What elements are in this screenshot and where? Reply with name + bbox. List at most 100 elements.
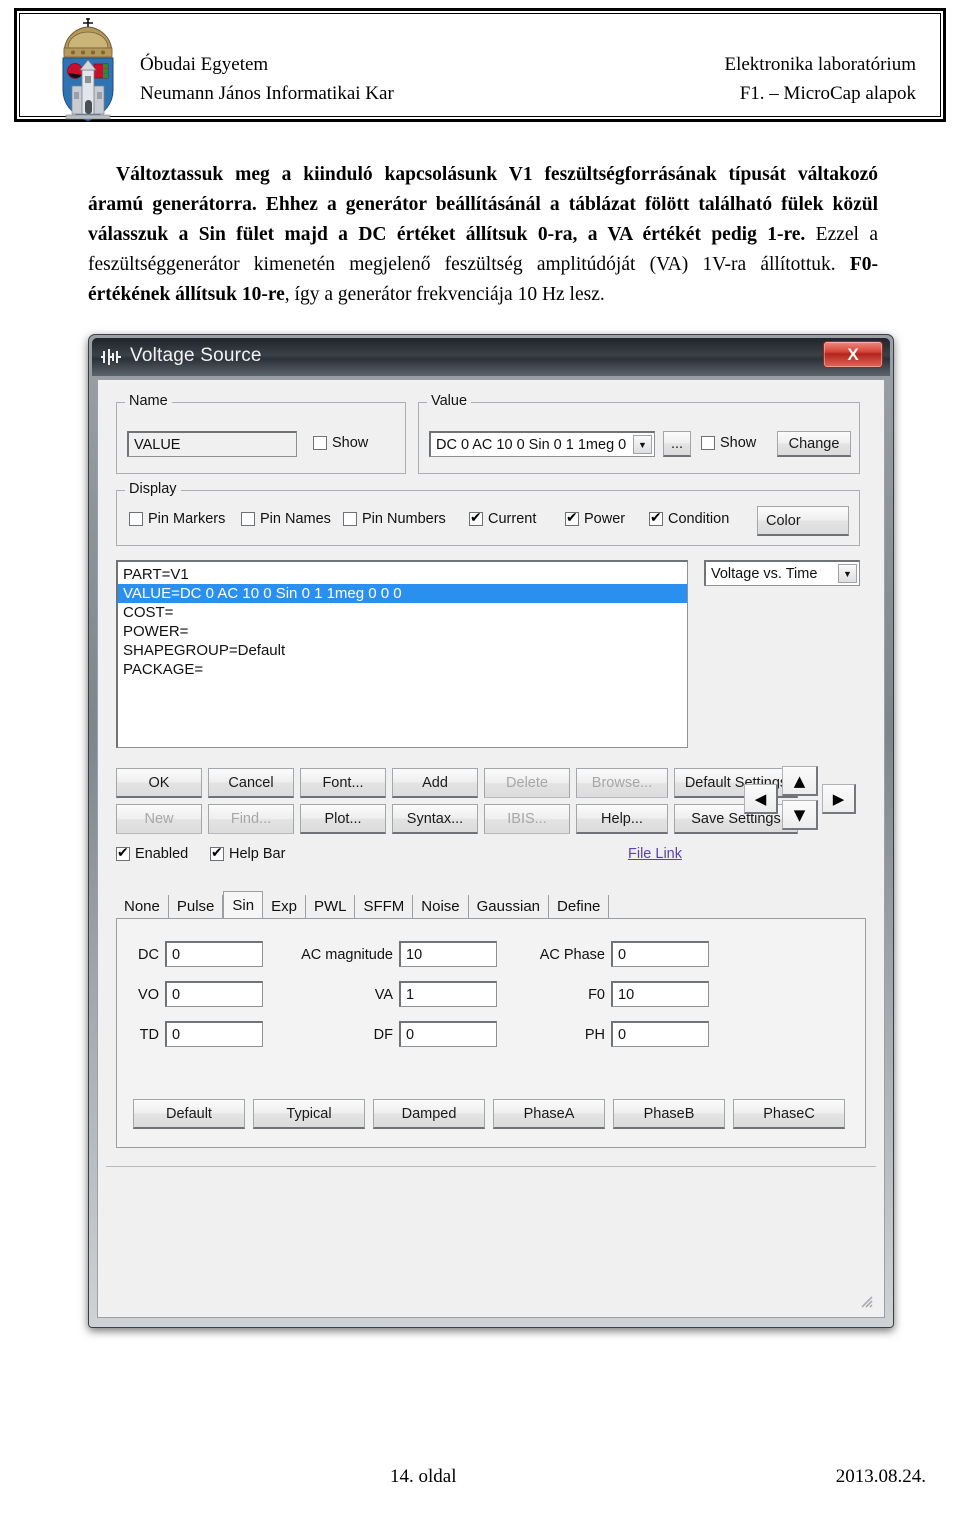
list-item[interactable]: COST= [118, 603, 687, 622]
current-checkbox-box[interactable] [469, 509, 483, 527]
name-show-checkbox[interactable]: Show [313, 435, 368, 451]
pin-numbers-label: Pin Numbers [362, 511, 446, 527]
list-item[interactable]: PACKAGE= [118, 660, 687, 679]
name-field[interactable]: VALUE [127, 431, 297, 457]
add-button[interactable]: Add [392, 768, 478, 798]
enabled-checkbox-box[interactable] [116, 844, 130, 862]
vo-field[interactable]: 0 [165, 981, 263, 1007]
default-preset-button[interactable]: Default [133, 1099, 245, 1129]
phaseb-preset-button[interactable]: PhaseB [613, 1099, 725, 1129]
tab-pulse[interactable]: Pulse [169, 895, 224, 919]
chevron-down-icon[interactable]: ▼ [838, 564, 857, 583]
va-label: VA [374, 987, 393, 1003]
typical-preset-button[interactable]: Typical [253, 1099, 365, 1129]
condition-checkbox-box[interactable] [649, 509, 663, 527]
help-bar-label: Help Bar [229, 846, 286, 862]
add-button-label: Add [422, 774, 448, 791]
va-field[interactable]: 1 [399, 981, 497, 1007]
display-check-pin-names[interactable]: Pin Names [241, 511, 331, 527]
dialog-title: Voltage Source [130, 345, 262, 366]
syntax-button[interactable]: Syntax... [392, 804, 478, 834]
header-lab-name: Elektronika laboratórium [724, 54, 916, 75]
change-button[interactable]: Change [777, 431, 851, 457]
nav-left-button[interactable]: ◀ [744, 784, 778, 814]
f0-field[interactable]: 10 [611, 981, 709, 1007]
tab-sffm[interactable]: SFFM [355, 895, 414, 919]
ac-phase-field[interactable]: 0 [611, 941, 709, 967]
pin-markers-label: Pin Markers [148, 511, 226, 527]
tab-exp[interactable]: Exp [263, 895, 306, 919]
arrow-left-icon: ◀ [754, 789, 767, 808]
font-button[interactable]: Font... [300, 768, 386, 798]
ph-field[interactable]: 0 [611, 1021, 709, 1047]
display-check-power[interactable]: Power [565, 509, 626, 527]
nav-down-button[interactable]: ▼ [782, 800, 818, 830]
cancel-button[interactable]: Cancel [208, 768, 294, 798]
list-item[interactable]: SHAPEGROUP=Default [118, 641, 687, 660]
display-check-condition[interactable]: Condition [649, 509, 729, 527]
power-checkbox-box[interactable] [565, 509, 579, 527]
file-link[interactable]: File Link [628, 846, 682, 862]
df-field[interactable]: 0 [399, 1021, 497, 1047]
value-combo-text: DC 0 AC 10 0 Sin 0 1 1meg 0 [436, 436, 627, 453]
name-show-checkbox-box[interactable] [313, 436, 327, 450]
help-bar-checkbox-box[interactable] [210, 844, 224, 862]
value-show-checkbox-box[interactable] [701, 436, 715, 450]
vo-label: VO [138, 987, 159, 1003]
dc-field[interactable]: 0 [165, 941, 263, 967]
chevron-down-icon[interactable]: ▼ [633, 435, 652, 454]
plot-type-combo[interactable]: Voltage vs. Time ▼ [704, 560, 860, 586]
tab-noise[interactable]: Noise [413, 895, 469, 919]
enabled-checkbox[interactable]: Enabled [116, 844, 188, 862]
power-label: Power [584, 511, 626, 527]
help-bar-panel [106, 1166, 876, 1311]
document-header: Óbudai Egyetem Neumann János Informatika… [14, 8, 946, 122]
dialog-titlebar[interactable]: Voltage Source X [92, 338, 890, 376]
pin-names-checkbox-box[interactable] [241, 512, 255, 526]
list-item[interactable]: PART=V1 [118, 565, 687, 584]
phasec-preset-button[interactable]: PhaseC [733, 1099, 845, 1129]
tab-none[interactable]: None [116, 895, 169, 919]
current-label: Current [488, 511, 537, 527]
nav-up-button[interactable]: ▲ [782, 766, 818, 796]
list-item[interactable]: VALUE=DC 0 AC 10 0 Sin 0 1 1meg 0 0 0 [118, 584, 687, 603]
pin-markers-checkbox-box[interactable] [129, 512, 143, 526]
damped-preset-button[interactable]: Damped [373, 1099, 485, 1129]
display-check-current[interactable]: Current [469, 509, 537, 527]
name-group-legend: Name [125, 393, 172, 409]
voltage-source-icon [101, 349, 121, 365]
name-show-label: Show [332, 435, 369, 451]
tab-gaussian[interactable]: Gaussian [469, 895, 550, 919]
help-bar-checkbox[interactable]: Help Bar [210, 844, 286, 862]
display-check-pin-markers[interactable]: Pin Markers [129, 511, 225, 527]
resize-grip-handle[interactable] [858, 1293, 873, 1308]
plot-button[interactable]: Plot... [300, 804, 386, 834]
ac-magnitude-field[interactable]: 10 [399, 941, 497, 967]
phasea-preset-button[interactable]: PhaseA [493, 1099, 605, 1129]
save-settings-button[interactable]: Save Settings [674, 804, 798, 834]
default-settings-button[interactable]: Default Settings [674, 768, 798, 798]
ok-button[interactable]: OK [116, 768, 202, 798]
display-check-pin-numbers[interactable]: Pin Numbers [343, 511, 446, 527]
display-group-legend: Display [125, 481, 181, 497]
close-icon[interactable]: X [823, 341, 883, 368]
list-item[interactable]: POWER= [118, 622, 687, 641]
value-combo[interactable]: DC 0 AC 10 0 Sin 0 1 1meg 0 ▼ [429, 431, 655, 457]
help-button[interactable]: Help... [576, 804, 668, 834]
pin-numbers-checkbox-box[interactable] [343, 512, 357, 526]
td-field[interactable]: 0 [165, 1021, 263, 1047]
header-chapter-name: F1. – MicroCap alapok [739, 83, 916, 104]
f0-label: F0 [588, 987, 605, 1003]
property-list[interactable]: PART=V1 VALUE=DC 0 AC 10 0 Sin 0 1 1meg … [116, 560, 688, 748]
color-button[interactable]: Color [757, 506, 849, 536]
tab-define[interactable]: Define [549, 895, 610, 919]
td-label: TD [139, 1027, 159, 1043]
tab-pwl[interactable]: PWL [306, 895, 356, 919]
value-show-checkbox[interactable]: Show [701, 435, 756, 451]
value-browse-button[interactable]: ... [663, 431, 691, 457]
df-label: DF [373, 1027, 393, 1043]
tab-sin[interactable]: Sin [223, 891, 264, 920]
instruction-bold-part-1: Változtassuk meg a kiinduló kapcsolásunk… [88, 164, 878, 245]
nav-right-button[interactable]: ▶ [822, 784, 856, 814]
ibis-button-label: IBIS... [507, 811, 547, 827]
